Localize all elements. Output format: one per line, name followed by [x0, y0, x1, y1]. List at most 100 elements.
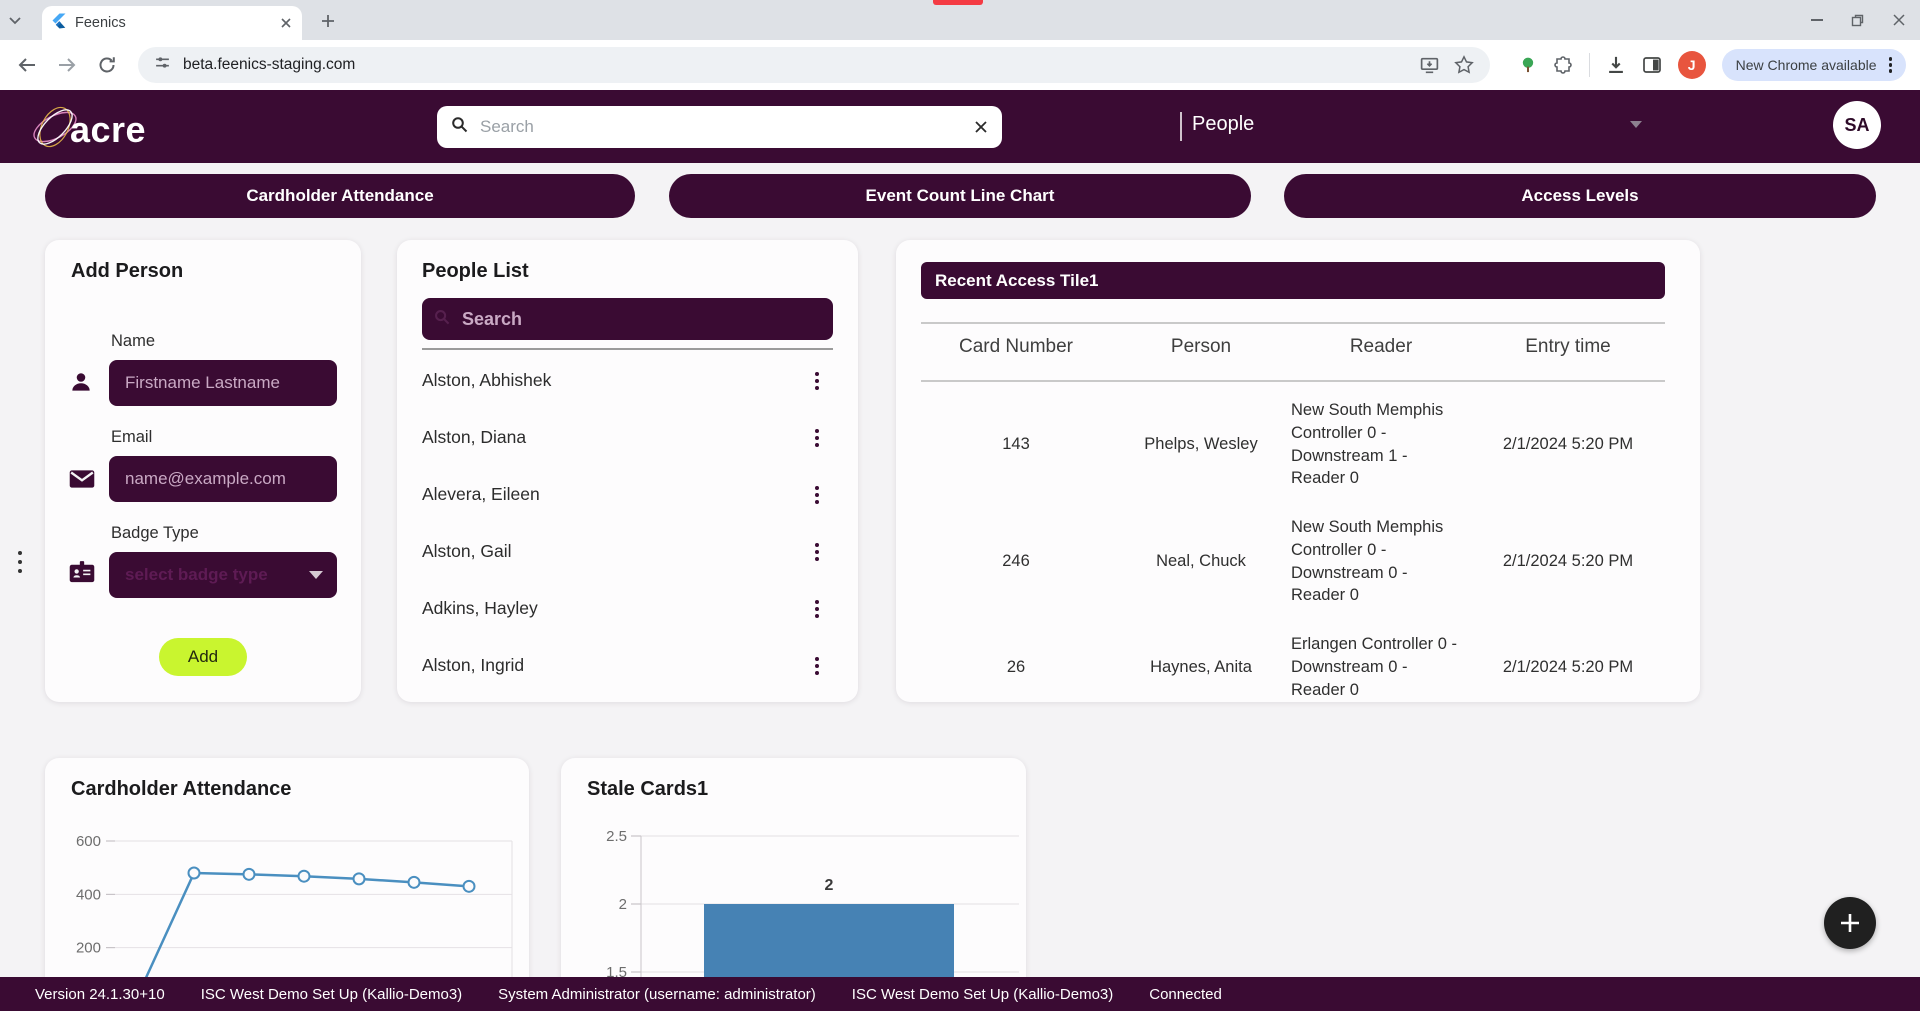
add-button[interactable]: Add [159, 638, 247, 676]
status-user: System Administrator (username: administ… [498, 986, 816, 1003]
browser-toolbar: beta.feenics-staging.com J [0, 40, 1920, 90]
window-restore-icon[interactable] [1851, 14, 1864, 27]
site-info-icon[interactable] [154, 54, 171, 76]
people-list-card: People List Alston, Abhishek Alston, Dia… [397, 240, 858, 702]
people-search-input[interactable] [462, 309, 821, 330]
cell-card-number: 26 [921, 658, 1111, 677]
cell-reader: New South Memphis Controller 0 - Downstr… [1291, 399, 1471, 490]
svg-text:400: 400 [76, 886, 101, 903]
user-avatar[interactable]: SA [1833, 101, 1881, 149]
quick-link-access-levels[interactable]: Access Levels [1284, 174, 1876, 218]
chrome-update-label: New Chrome available [1736, 57, 1877, 73]
badge-type-select[interactable]: select badge type [109, 552, 337, 598]
logo-text: acre [70, 109, 146, 151]
browser-profile-avatar[interactable]: J [1678, 51, 1706, 79]
kebab-menu-icon[interactable] [815, 550, 819, 554]
recording-indicator [933, 0, 983, 5]
cell-reader: Erlangen Controller 0 - Downstream 0 - R… [1291, 633, 1471, 701]
svg-text:200: 200 [76, 940, 101, 957]
acre-logo: acre [26, 98, 146, 161]
table-body: 143 Phelps, Wesley New South Memphis Con… [921, 386, 1665, 714]
cell-reader: New South Memphis Controller 0 - Downstr… [1291, 516, 1471, 607]
svg-text:2: 2 [619, 896, 627, 913]
browser-tab-strip: Feenics [0, 0, 1920, 40]
column-header: Card Number [921, 336, 1111, 358]
url-text[interactable]: beta.feenics-staging.com [183, 56, 1419, 74]
downloads-icon[interactable] [1606, 55, 1626, 75]
svg-text:2.5: 2.5 [606, 828, 627, 845]
bar-chart-title: Stale Cards1 [587, 778, 708, 801]
toolbar-right-cluster: J New Chrome available [1519, 40, 1920, 90]
divider [921, 322, 1665, 324]
kebab-menu-icon[interactable] [815, 664, 819, 668]
column-header: Entry time [1471, 336, 1665, 358]
global-search[interactable] [437, 106, 1002, 148]
cell-person: Haynes, Anita [1111, 658, 1291, 677]
browser-tab[interactable]: Feenics [42, 6, 302, 40]
browser-menu-icon[interactable] [1889, 63, 1893, 67]
fab-add-button[interactable] [1824, 897, 1876, 949]
list-item[interactable]: Alevera, Eileen [422, 466, 833, 523]
window-close-icon[interactable] [1892, 13, 1906, 27]
cell-entry-time: 2/1/2024 5:20 PM [1471, 435, 1665, 454]
search-icon [451, 116, 468, 138]
tab-close-icon[interactable] [280, 17, 292, 29]
chevron-down-icon [309, 571, 323, 579]
url-bar[interactable]: beta.feenics-staging.com [138, 47, 1490, 83]
cell-person: Phelps, Wesley [1111, 435, 1291, 454]
new-tab-button[interactable] [316, 9, 340, 33]
list-item[interactable]: Alston, Diana [422, 409, 833, 466]
badge-icon [69, 560, 95, 589]
person-icon [69, 370, 93, 399]
name-field[interactable] [109, 360, 337, 406]
kebab-menu-icon[interactable] [815, 379, 819, 383]
stale-cards-card: Stale Cards1 2.521.52 [561, 758, 1026, 1011]
forward-icon[interactable] [56, 54, 78, 76]
global-search-input[interactable] [480, 117, 974, 137]
window-minimize-icon[interactable] [1811, 19, 1823, 21]
badge-type-label: Badge Type [111, 524, 199, 543]
status-instance-2: ISC West Demo Set Up (Kallio-Demo3) [852, 986, 1113, 1003]
side-panel-icon[interactable] [1642, 55, 1662, 75]
cell-entry-time: 2/1/2024 5:20 PM [1471, 658, 1665, 677]
extensions-puzzle-icon[interactable] [1553, 55, 1573, 75]
bookmark-star-icon[interactable] [1454, 55, 1474, 75]
person-name: Alston, Diana [422, 427, 526, 448]
module-label[interactable]: People [1192, 113, 1254, 136]
list-item[interactable]: Alston, Abhishek [422, 352, 833, 409]
add-person-card: Add Person Name Email Badge Type select … [45, 240, 361, 702]
back-icon[interactable] [16, 54, 38, 76]
pill-label: Cardholder Attendance [246, 186, 433, 206]
svg-text:600: 600 [76, 833, 101, 850]
recent-access-banner: Recent Access Tile1 [921, 262, 1665, 299]
tile-drag-handle-icon[interactable] [18, 560, 22, 564]
cell-card-number: 246 [921, 552, 1111, 571]
pill-label: Access Levels [1521, 186, 1638, 206]
favicon-flutter-icon [50, 13, 66, 34]
search-clear-icon[interactable] [974, 120, 988, 134]
person-name: Adkins, Hayley [422, 598, 538, 619]
install-app-icon[interactable] [1419, 55, 1440, 76]
module-chevron-down-icon[interactable] [1630, 121, 1642, 128]
quick-link-event-count-line-chart[interactable]: Event Count Line Chart [669, 174, 1251, 218]
list-item[interactable]: Alston, Gail [422, 523, 833, 580]
cell-card-number: 143 [921, 435, 1111, 454]
people-search[interactable] [422, 298, 833, 340]
email-field[interactable] [109, 456, 337, 502]
tab-search-chevron-icon[interactable] [8, 13, 22, 27]
reload-icon[interactable] [96, 54, 118, 76]
pill-label: Event Count Line Chart [866, 186, 1055, 206]
list-item[interactable]: Adkins, Hayley [422, 580, 833, 637]
quick-link-cardholder-attendance[interactable]: Cardholder Attendance [45, 174, 635, 218]
tree-extension-icon[interactable] [1519, 56, 1537, 74]
people-rows: Alston, Abhishek Alston, Diana Alevera, … [422, 352, 833, 694]
chrome-update-pill[interactable]: New Chrome available [1722, 49, 1906, 81]
line-chart-title: Cardholder Attendance [71, 778, 291, 801]
kebab-menu-icon[interactable] [815, 493, 819, 497]
cardholder-attendance-card: Cardholder Attendance 200 400 600 [45, 758, 529, 1011]
list-item[interactable]: Alston, Ingrid [422, 637, 833, 694]
column-header: Person [1111, 336, 1291, 358]
app-nav-bar: acre People SA [0, 90, 1920, 163]
kebab-menu-icon[interactable] [815, 607, 819, 611]
kebab-menu-icon[interactable] [815, 436, 819, 440]
